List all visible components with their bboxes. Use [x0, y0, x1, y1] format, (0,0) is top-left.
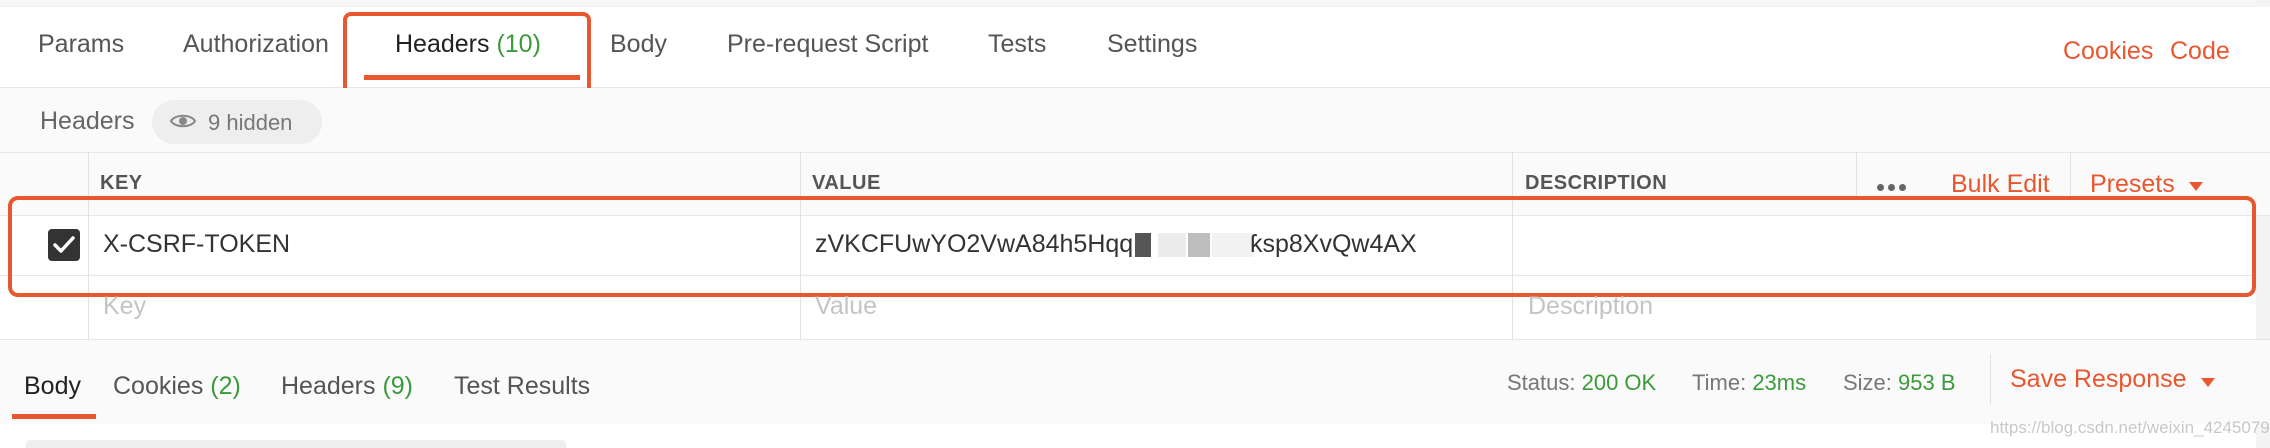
hidden-count-label: 9 hidden	[208, 110, 293, 135]
response-size: Size: 953 B	[1843, 370, 1956, 396]
presets-chevron-down-icon	[2189, 182, 2203, 191]
tab-body[interactable]: Body	[610, 30, 667, 59]
response-headers-count: (9)	[382, 372, 414, 400]
new-key-input[interactable]: Key	[103, 292, 146, 321]
eye-icon	[170, 114, 196, 128]
presets-label: Presets	[2090, 170, 2175, 198]
more-options-icon[interactable]	[1877, 178, 1910, 196]
response-cookies-count: (2)	[210, 372, 241, 400]
response-active-underline	[12, 414, 96, 419]
column-key: KEY	[100, 172, 143, 194]
tab-params[interactable]: Params	[38, 30, 124, 59]
cookies-link[interactable]: Cookies	[2063, 37, 2153, 66]
tab-pre-request-label: Pre-request Script	[727, 30, 929, 58]
headers-section-bar	[0, 88, 2270, 152]
response-tab-headers[interactable]: Headers (9)	[281, 372, 413, 401]
tab-authorization[interactable]: Authorization	[183, 30, 329, 59]
tab-tests[interactable]: Tests	[988, 30, 1046, 59]
tab-settings[interactable]: Settings	[1107, 30, 1197, 59]
headers-section-title: Headers	[40, 107, 135, 135]
size-label: Size:	[1843, 370, 1892, 395]
divider	[1990, 354, 1991, 404]
watermark-text: https://blog.csdn.net/weixin_42450794	[1990, 418, 2270, 437]
divider	[2070, 152, 2071, 198]
status-label: Status:	[1507, 370, 1576, 395]
response-tab-body-label: Body	[24, 372, 81, 400]
column-value: VALUE	[812, 172, 881, 194]
tab-body-label: Body	[610, 30, 667, 58]
new-description-input[interactable]: Description	[1528, 292, 1653, 321]
top-strip	[0, 0, 2270, 7]
response-tab-cookies-label: Cookies	[113, 372, 204, 400]
hidden-headers-toggle[interactable]: 9 hidden	[152, 100, 322, 144]
response-tab-cookies[interactable]: Cookies (2)	[113, 372, 241, 401]
tab-settings-label: Settings	[1107, 30, 1198, 58]
save-response-button[interactable]: Save Response	[2010, 365, 2187, 394]
time-value: 23ms	[1752, 370, 1807, 395]
save-response-chevron-down-icon[interactable]	[2201, 378, 2215, 387]
column-description: DESCRIPTION	[1525, 172, 1668, 194]
time-label: Time:	[1692, 370, 1747, 395]
tab-tests-label: Tests	[988, 30, 1047, 58]
tab-params-label: Params	[38, 30, 125, 58]
response-time: Time: 23ms	[1692, 370, 1806, 396]
response-body-toolbar-edge	[26, 440, 566, 448]
response-tab-test-results[interactable]: Test Results	[454, 372, 590, 401]
save-response-label: Save Response	[2010, 365, 2187, 393]
divider	[1856, 152, 1857, 198]
highlight-headers-tab	[343, 12, 591, 99]
status-value: 200 OK	[1581, 370, 1657, 395]
new-value-input[interactable]: Value	[815, 292, 877, 321]
response-tab-test-results-label: Test Results	[454, 372, 591, 400]
code-link[interactable]: Code	[2170, 37, 2230, 66]
tab-authorization-label: Authorization	[183, 30, 329, 58]
presets-dropdown[interactable]: Presets	[2090, 170, 2175, 199]
highlight-csrf-row	[8, 196, 2256, 297]
response-tab-headers-label: Headers	[281, 372, 376, 400]
bulk-edit-link[interactable]: Bulk Edit	[1951, 170, 2050, 199]
response-tab-body[interactable]: Body	[24, 372, 81, 401]
response-status: Status: 200 OK	[1507, 370, 1656, 396]
size-value: 953 B	[1898, 370, 1956, 395]
tab-pre-request-script[interactable]: Pre-request Script	[727, 30, 928, 59]
